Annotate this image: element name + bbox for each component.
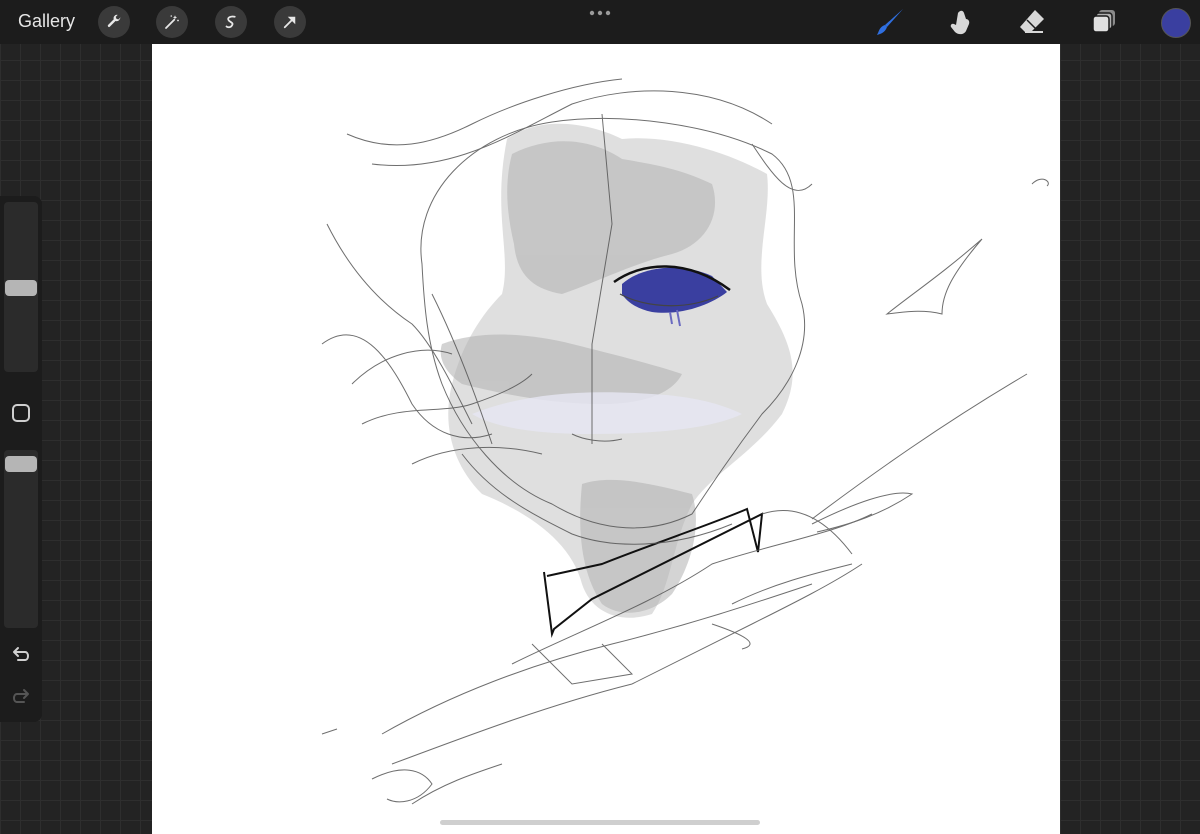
layers-icon bbox=[1092, 10, 1115, 33]
transform-button[interactable] bbox=[274, 6, 306, 38]
color-picker-swatch[interactable] bbox=[1161, 8, 1191, 38]
top-toolbar: Gallery bbox=[0, 0, 1200, 44]
paint-tool-button[interactable] bbox=[874, 6, 906, 38]
adjustments-button[interactable] bbox=[156, 6, 188, 38]
gallery-button[interactable]: Gallery bbox=[18, 11, 75, 32]
brush-size-thumb[interactable] bbox=[5, 280, 37, 296]
actions-button[interactable] bbox=[98, 6, 130, 38]
sketch-artwork bbox=[321, 78, 1049, 805]
magic-wand-icon bbox=[165, 15, 179, 29]
brush-size-slider[interactable] bbox=[4, 202, 38, 372]
selection-button[interactable] bbox=[215, 6, 247, 38]
smudge-icon bbox=[950, 10, 970, 35]
selection-s-icon bbox=[225, 15, 236, 29]
brush-icon bbox=[877, 9, 903, 35]
opacity-slider[interactable] bbox=[4, 450, 38, 628]
home-indicator bbox=[440, 820, 760, 825]
modify-square-icon[interactable] bbox=[12, 404, 30, 422]
wrench-icon bbox=[107, 14, 121, 28]
layers-button[interactable] bbox=[1088, 6, 1120, 38]
smudge-tool-button[interactable] bbox=[945, 6, 977, 38]
left-sidebar bbox=[0, 196, 42, 722]
eraser-icon bbox=[1020, 10, 1044, 33]
transform-arrow-icon bbox=[283, 16, 296, 29]
eraser-tool-button[interactable] bbox=[1016, 6, 1048, 38]
redo-icon[interactable] bbox=[10, 686, 32, 708]
undo-icon[interactable] bbox=[10, 644, 32, 666]
opacity-thumb[interactable] bbox=[5, 456, 37, 472]
drawing-canvas[interactable] bbox=[152, 44, 1060, 834]
more-options-icon[interactable] bbox=[588, 8, 612, 18]
